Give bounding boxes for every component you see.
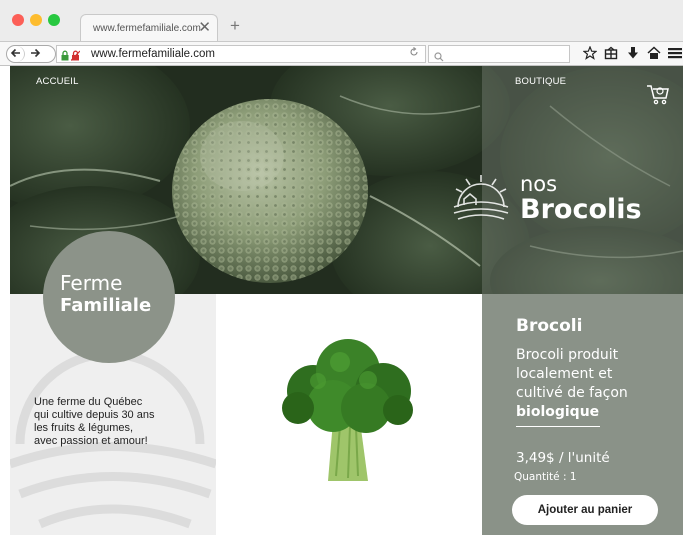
menu-icon[interactable] (668, 46, 683, 60)
bookmark-star-icon[interactable] (582, 45, 598, 60)
search-bar[interactable] (428, 45, 570, 63)
tab-close-icon[interactable]: ✕ (198, 18, 211, 36)
description-line: cultivé de façon (516, 385, 628, 401)
product-image-panel (216, 294, 482, 535)
intro-line: avec passion et amour! (34, 435, 148, 447)
nav-link-boutique[interactable]: BOUTIQUE (515, 76, 566, 87)
browser-toolbar: www.fermefamiliale.com (0, 41, 683, 66)
new-tab-button[interactable]: + (230, 16, 240, 36)
address-bar[interactable]: www.fermefamiliale.com (56, 45, 426, 63)
product-description: Brocoli produit localement et cultivé de… (516, 346, 676, 422)
back-arrow-icon[interactable] (8, 46, 25, 62)
badge-line2: Familiale (60, 295, 152, 316)
browser-titlebar: www.fermefamiliale.com ✕ + (0, 0, 683, 41)
intro-line: les fruits & légumes, (34, 422, 134, 434)
add-to-cart-button[interactable]: Ajouter au panier (512, 495, 658, 525)
description-line: localement et (516, 366, 613, 382)
intro-line: qui cultive depuis 30 ans (34, 409, 155, 421)
web-page: ACCUEIL BOUTIQUE nos Brocolis Une ferme … (10, 66, 683, 535)
maximize-window-button[interactable] (48, 14, 60, 26)
nav-buttons (6, 45, 56, 63)
hero-title-line2: Brocolis (520, 194, 642, 225)
description-emphasis: biologique (516, 404, 600, 420)
product-quantity: Quantité : 1 (514, 471, 577, 483)
description-line: Brocoli produit (516, 347, 619, 363)
browser-tab[interactable]: www.fermefamiliale.com ✕ (80, 14, 218, 41)
broccoli-product-image (282, 339, 413, 481)
close-window-button[interactable] (12, 14, 24, 26)
nav-link-accueil[interactable]: ACCUEIL (36, 76, 79, 87)
library-icon[interactable] (604, 46, 618, 60)
forward-arrow-icon[interactable] (28, 46, 42, 64)
intro-line: Une ferme du Québec (34, 396, 143, 408)
download-icon[interactable] (626, 46, 640, 60)
hero-title-line1: nos (520, 172, 558, 196)
product-name: Brocoli (516, 316, 583, 336)
reload-icon[interactable] (409, 47, 419, 60)
insecure-content-icon (70, 48, 81, 61)
product-price: 3,49$ / l'unité (516, 450, 610, 466)
emphasis-underline (516, 426, 600, 427)
farm-intro-text: Une ferme du Québec qui cultive depuis 3… (34, 396, 214, 448)
lock-icon (61, 48, 69, 61)
product-info-panel: Brocoli Brocoli produit localement et cu… (482, 294, 683, 535)
minimize-window-button[interactable] (30, 14, 42, 26)
home-icon[interactable] (647, 46, 661, 60)
url-text: www.fermefamiliale.com (91, 48, 215, 60)
tab-title: www.fermefamiliale.com (93, 23, 201, 34)
badge-line1: Ferme (60, 271, 123, 295)
search-icon (434, 49, 444, 67)
